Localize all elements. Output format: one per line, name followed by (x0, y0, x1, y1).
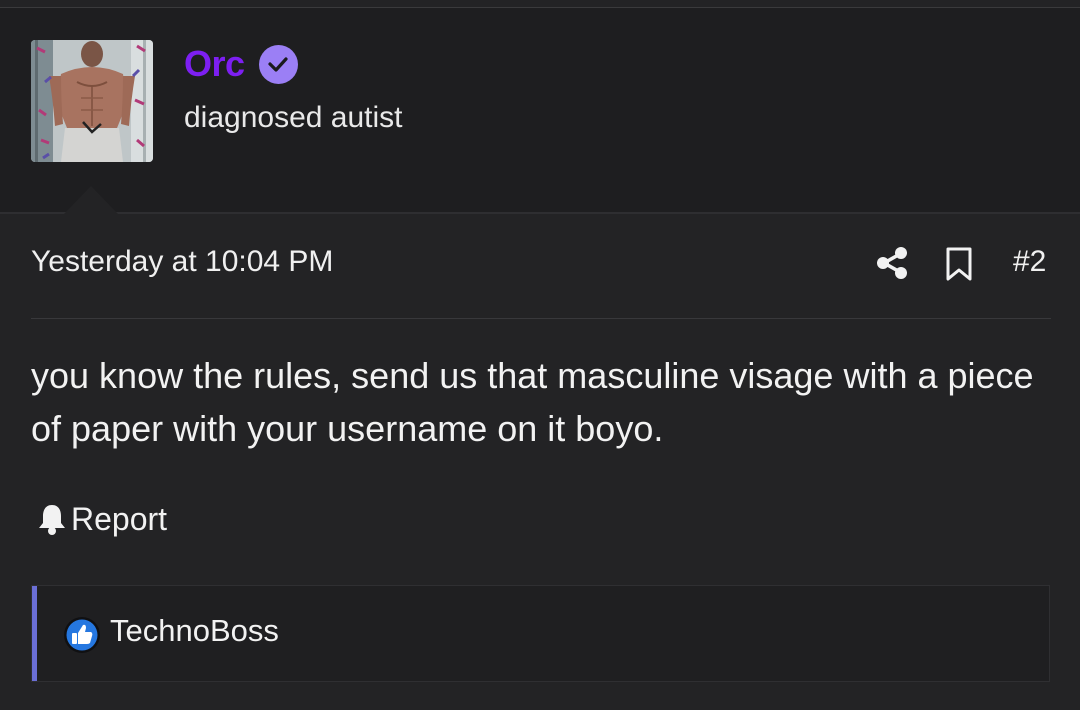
share-icon[interactable] (875, 246, 909, 280)
post-number-link[interactable]: #2 (1013, 245, 1046, 279)
report-button[interactable]: Report (37, 499, 167, 539)
post-body-text: you know the rules, send us that masculi… (31, 355, 1034, 449)
report-label: Report (71, 500, 168, 537)
user-block-divider (0, 212, 1080, 214)
post-header-divider (31, 318, 1051, 319)
thumbs-up-icon (63, 616, 101, 654)
user-title: diagnosed autist (184, 101, 403, 134)
user-block-pointer (64, 186, 118, 214)
username-row: Orc (184, 42, 298, 86)
verified-badge-icon (258, 44, 298, 84)
bookmark-icon[interactable] (944, 246, 974, 282)
reactions-bar: TechnoBoss (31, 585, 1050, 682)
reaction-user-link[interactable]: TechnoBoss (110, 613, 279, 649)
post-date-link[interactable]: Yesterday at 10:04 PM (31, 245, 333, 279)
user-info-block (0, 8, 1080, 212)
username-link[interactable]: Orc (184, 43, 245, 85)
bell-icon (37, 502, 67, 536)
user-avatar[interactable] (31, 40, 153, 162)
reactions-accent-bar (32, 586, 37, 681)
